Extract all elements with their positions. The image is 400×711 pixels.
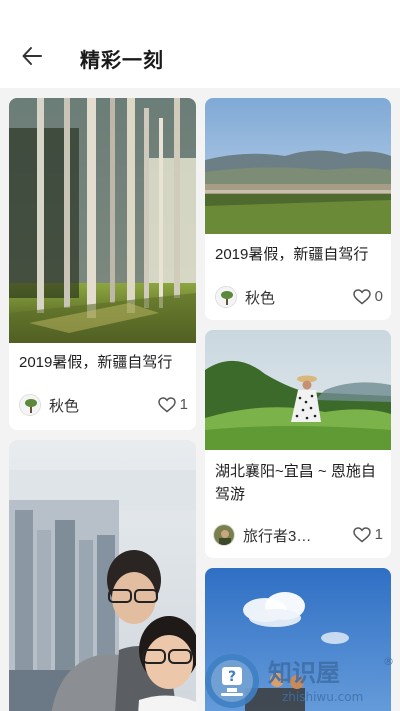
top-bar: 精彩一刻 bbox=[0, 0, 400, 88]
post-photo-city-selfie bbox=[9, 440, 196, 711]
like-count: 1 bbox=[179, 396, 188, 413]
post-card[interactable]: 湖北襄阳~宜昌 ~ 恩施自驾游 旅行者3… 1 bbox=[205, 330, 391, 558]
like-count: 1 bbox=[374, 526, 383, 543]
post-caption: 2019暑假，新疆自驾行 bbox=[19, 354, 173, 371]
post-card[interactable] bbox=[9, 440, 196, 711]
avatar bbox=[213, 524, 235, 546]
post-author[interactable]: 秋色 bbox=[215, 286, 275, 308]
heart-outline-icon bbox=[157, 396, 176, 412]
post-caption: 2019暑假，新疆自驾行 bbox=[215, 246, 369, 263]
like-button[interactable]: 1 bbox=[352, 526, 383, 543]
heart-outline-icon bbox=[352, 288, 371, 304]
post-caption: 湖北襄阳~宜昌 ~ 恩施自驾游 bbox=[215, 463, 376, 503]
watermark: ? 知识屋 ® zhishiwu.com bbox=[200, 651, 400, 711]
arrow-left-icon bbox=[22, 47, 42, 65]
heart-outline-icon bbox=[352, 526, 371, 542]
author-name: 秋色 bbox=[245, 289, 276, 307]
post-card[interactable]: 2019暑假，新疆自驾行 秋色 1 bbox=[9, 98, 196, 430]
avatar bbox=[215, 286, 237, 308]
post-author[interactable]: 秋色 bbox=[19, 394, 79, 416]
author-name: 秋色 bbox=[49, 397, 80, 415]
author-name: 旅行者3… bbox=[243, 527, 312, 545]
post-author[interactable]: 旅行者3… bbox=[213, 524, 311, 546]
post-photo-valley bbox=[205, 98, 391, 234]
post-card[interactable]: 2019暑假，新疆自驾行 秋色 0 bbox=[205, 98, 391, 320]
feed-grid[interactable]: 2019暑假，新疆自驾行 秋色 1 2019暑假，新疆自驾行 秋色 0 湖北襄阳… bbox=[0, 88, 400, 711]
like-button[interactable]: 1 bbox=[157, 396, 188, 413]
avatar bbox=[19, 394, 41, 416]
svg-text:zhishiwu.com: zhishiwu.com bbox=[282, 690, 363, 704]
svg-text:?: ? bbox=[228, 669, 236, 685]
svg-text:知识屋: 知识屋 bbox=[268, 659, 340, 687]
svg-text:®: ® bbox=[383, 655, 394, 668]
post-photo-forest bbox=[9, 98, 196, 343]
post-photo-tea-hill bbox=[205, 330, 391, 450]
page-title: 精彩一刻 bbox=[80, 50, 164, 72]
back-button[interactable] bbox=[18, 42, 46, 70]
like-count: 0 bbox=[374, 288, 383, 305]
like-button[interactable]: 0 bbox=[352, 288, 383, 305]
